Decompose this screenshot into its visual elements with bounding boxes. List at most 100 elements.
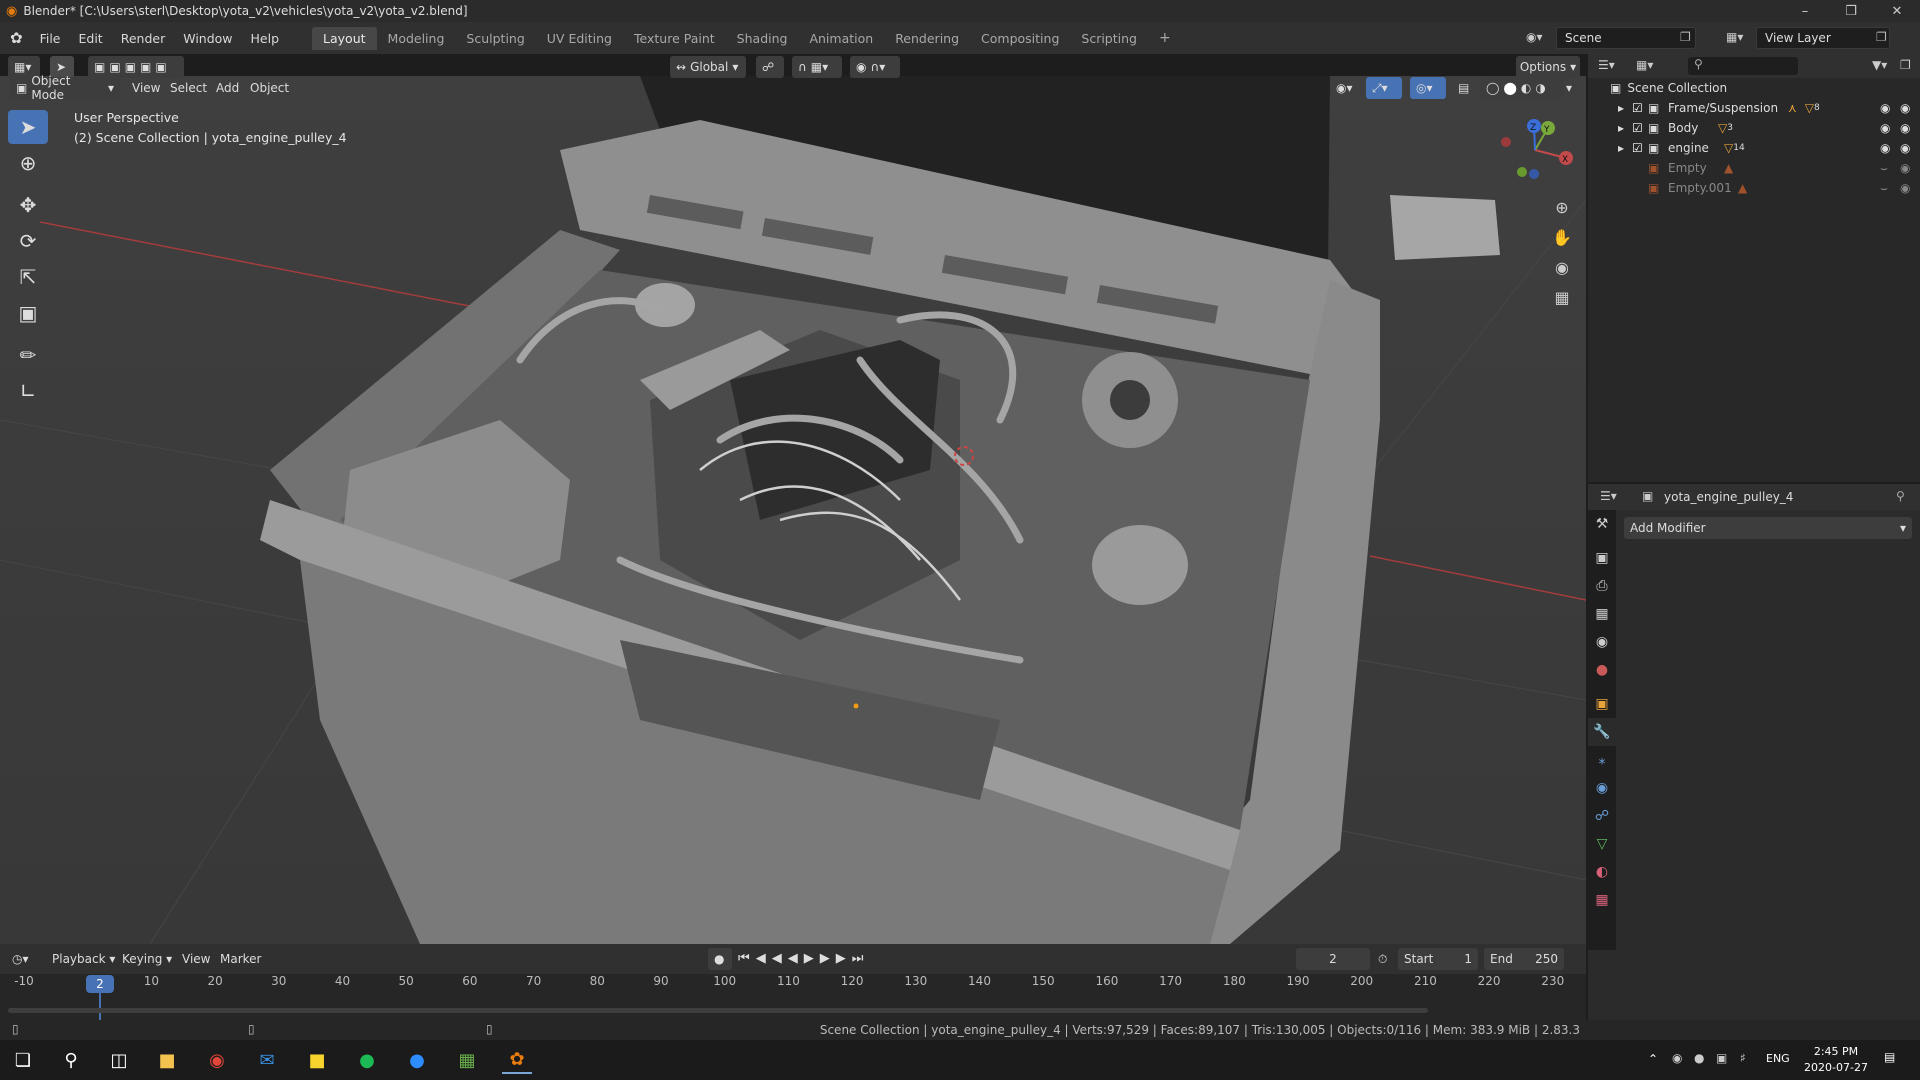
playback-controls[interactable]: ⏮◀◀◀▶▶▶⏭ <box>738 951 869 966</box>
navigation-gizmo[interactable]: X Y Z <box>1490 112 1580 192</box>
object-mode-dropdown[interactable]: ▣ Object Mode ▾ <box>10 74 120 102</box>
new-collection-icon[interactable]: ❐ <box>1900 58 1911 72</box>
sticky-notes-button[interactable]: ■ <box>302 1046 332 1074</box>
eye-hidden-icon[interactable]: ⌣ <box>1880 181 1888 196</box>
steam-icon[interactable]: ◉ <box>1672 1051 1682 1065</box>
new-scene-icon[interactable]: ❐ <box>1680 30 1691 44</box>
transform-orientation-dropdown[interactable]: ↭ Global ▾ <box>670 56 746 78</box>
timeline-editor-icon[interactable]: ◷▾ <box>12 952 29 966</box>
shading-options-icon[interactable]: ▾ <box>1566 81 1572 95</box>
outliner-search-input[interactable]: ⚲ <box>1688 57 1798 75</box>
tab-layout[interactable]: Layout <box>312 26 377 50</box>
annotate-tool[interactable]: ✏ <box>8 338 48 372</box>
menu-edit[interactable]: Edit <box>70 31 112 46</box>
new-view-layer-icon[interactable]: ❐ <box>1876 30 1887 44</box>
file-explorer-button[interactable]: ■ <box>152 1046 182 1074</box>
camera-render-icon[interactable]: ◉ <box>1900 101 1910 115</box>
checkbox-icon[interactable]: ☑ <box>1632 141 1648 155</box>
rendered-shading-icon[interactable]: ◑ <box>1535 81 1545 95</box>
select-new-icon[interactable]: ▣ <box>94 60 105 74</box>
checkbox-icon[interactable]: ☑ <box>1632 121 1648 135</box>
tab-texture-paint[interactable]: Texture Paint <box>623 27 726 50</box>
measure-tool[interactable]: ∟ <box>8 374 48 408</box>
outliner-row[interactable]: ▣ Empty ▲ ⌣ ◉ <box>1588 158 1920 178</box>
filter-icon[interactable]: ▼▾ <box>1872 58 1887 72</box>
blender-taskbar-button[interactable]: ✿ <box>502 1046 532 1074</box>
expand-arrow-icon[interactable]: ▸ <box>1618 101 1632 115</box>
menu-timeline-view[interactable]: View <box>182 952 210 966</box>
menu-marker[interactable]: Marker <box>220 952 261 966</box>
jump-start-icon[interactable]: ⏮ <box>738 951 756 966</box>
move-tool[interactable]: ✥ <box>8 188 48 222</box>
tab-shading[interactable]: Shading <box>726 27 799 50</box>
transform-tool[interactable]: ▣ <box>8 296 48 330</box>
menu-keying[interactable]: Keying ▾ <box>122 952 172 966</box>
tab-world[interactable]: ● <box>1588 656 1616 684</box>
add-workspace-button[interactable]: + <box>1148 26 1182 50</box>
properties-editor[interactable] <box>1588 484 1920 1020</box>
tab-animation[interactable]: Animation <box>798 27 884 50</box>
visibility-dropdown[interactable]: ◉▾ <box>1330 77 1366 99</box>
playhead[interactable]: 2 <box>86 975 114 993</box>
pan-button[interactable]: ✋ <box>1549 224 1575 250</box>
play-reverse-icon[interactable]: ◀ <box>788 951 804 966</box>
select-intersect-icon[interactable]: ▣ <box>155 60 166 74</box>
prev-keyframe-icon[interactable]: ◀◀ <box>756 951 788 966</box>
solid-shading-icon[interactable]: ⬤ <box>1503 81 1516 95</box>
material-shading-icon[interactable]: ◐ <box>1521 81 1531 95</box>
menu-playback[interactable]: Playback ▾ <box>52 952 115 966</box>
cursor-tool[interactable]: ⊕ <box>8 146 48 180</box>
notepad-button[interactable]: ▦ <box>452 1046 482 1074</box>
tab-uv-editing[interactable]: UV Editing <box>536 27 623 50</box>
scale-tool[interactable]: ⇱ <box>8 260 48 294</box>
eye-icon[interactable]: ◉ <box>1880 141 1890 155</box>
xray-toggle[interactable]: ▤ <box>1452 77 1476 99</box>
clock[interactable]: 2:45 PM 2020-07-27 <box>1800 1044 1872 1076</box>
tab-rendering[interactable]: Rendering <box>884 27 970 50</box>
menu-help[interactable]: Help <box>242 31 289 46</box>
mail-button[interactable]: ✉ <box>252 1046 282 1074</box>
search-button[interactable]: ⚲ <box>56 1046 86 1074</box>
snap-toggle[interactable]: ∩ ▦▾ <box>792 56 842 78</box>
tab-particles[interactable]: ⁎ <box>1588 746 1616 774</box>
record-button[interactable]: ● <box>708 948 732 970</box>
tab-tool[interactable]: ⚒ <box>1588 510 1616 538</box>
rotate-tool[interactable]: ⟳ <box>8 224 48 258</box>
display-mode-icon[interactable]: ▦▾ <box>1636 58 1653 72</box>
tab-material[interactable]: ◐ <box>1588 858 1616 886</box>
wireframe-shading-icon[interactable]: ◯ <box>1486 81 1499 95</box>
camera-render-icon[interactable]: ◉ <box>1900 121 1910 135</box>
tab-output[interactable]: ⎙ <box>1588 572 1616 600</box>
tab-object[interactable]: ▣ <box>1588 690 1616 718</box>
tab-modeling[interactable]: Modeling <box>377 27 456 50</box>
camera-view-button[interactable]: ◉ <box>1549 254 1575 280</box>
3d-viewport[interactable] <box>0 76 1586 944</box>
spotify-button[interactable]: ● <box>352 1046 382 1074</box>
volume-icon[interactable]: ♯ <box>1740 1051 1746 1065</box>
start-button[interactable]: ❏ <box>8 1046 38 1074</box>
outliner-row[interactable]: ▣ Empty.001 ▲ ⌣ ◉ <box>1588 178 1920 198</box>
outliner-row[interactable]: ▸ ☑ ▣ Body ▽ 3 ◉ ◉ <box>1588 118 1920 138</box>
view-layer-icon[interactable]: ▦▾ <box>1726 30 1743 44</box>
expand-arrow-icon[interactable]: ▸ <box>1618 141 1632 155</box>
gizmo-toggle[interactable]: ⤢▾ <box>1366 77 1402 99</box>
tab-constraints[interactable]: ☍ <box>1588 802 1616 830</box>
play-icon[interactable]: ▶ <box>804 951 820 966</box>
properties-editor-icon[interactable]: ☰▾ <box>1600 489 1617 503</box>
language-indicator[interactable]: ENG <box>1766 1052 1790 1065</box>
eye-icon[interactable]: ◉ <box>1880 121 1890 135</box>
notifications-icon[interactable]: ▤ <box>1884 1050 1895 1064</box>
maximize-button[interactable]: ❐ <box>1828 4 1874 19</box>
eye-hidden-icon[interactable]: ⌣ <box>1880 161 1888 176</box>
tab-sculpting[interactable]: Sculpting <box>455 27 535 50</box>
select-tool[interactable]: ➤ <box>8 110 48 144</box>
tab-view-layer[interactable]: ▦ <box>1588 600 1616 628</box>
tab-data[interactable]: ▽ <box>1588 830 1616 858</box>
camera-render-icon[interactable]: ◉ <box>1900 181 1910 195</box>
start-frame-field[interactable]: Start 1 <box>1398 948 1478 970</box>
stopwatch-icon[interactable]: ⏱ <box>1378 952 1387 967</box>
menu-select[interactable]: Select <box>170 81 207 95</box>
menu-window[interactable]: Window <box>174 31 241 46</box>
ortho-toggle-button[interactable]: ▦ <box>1549 284 1575 310</box>
end-frame-field[interactable]: End 250 <box>1484 948 1564 970</box>
